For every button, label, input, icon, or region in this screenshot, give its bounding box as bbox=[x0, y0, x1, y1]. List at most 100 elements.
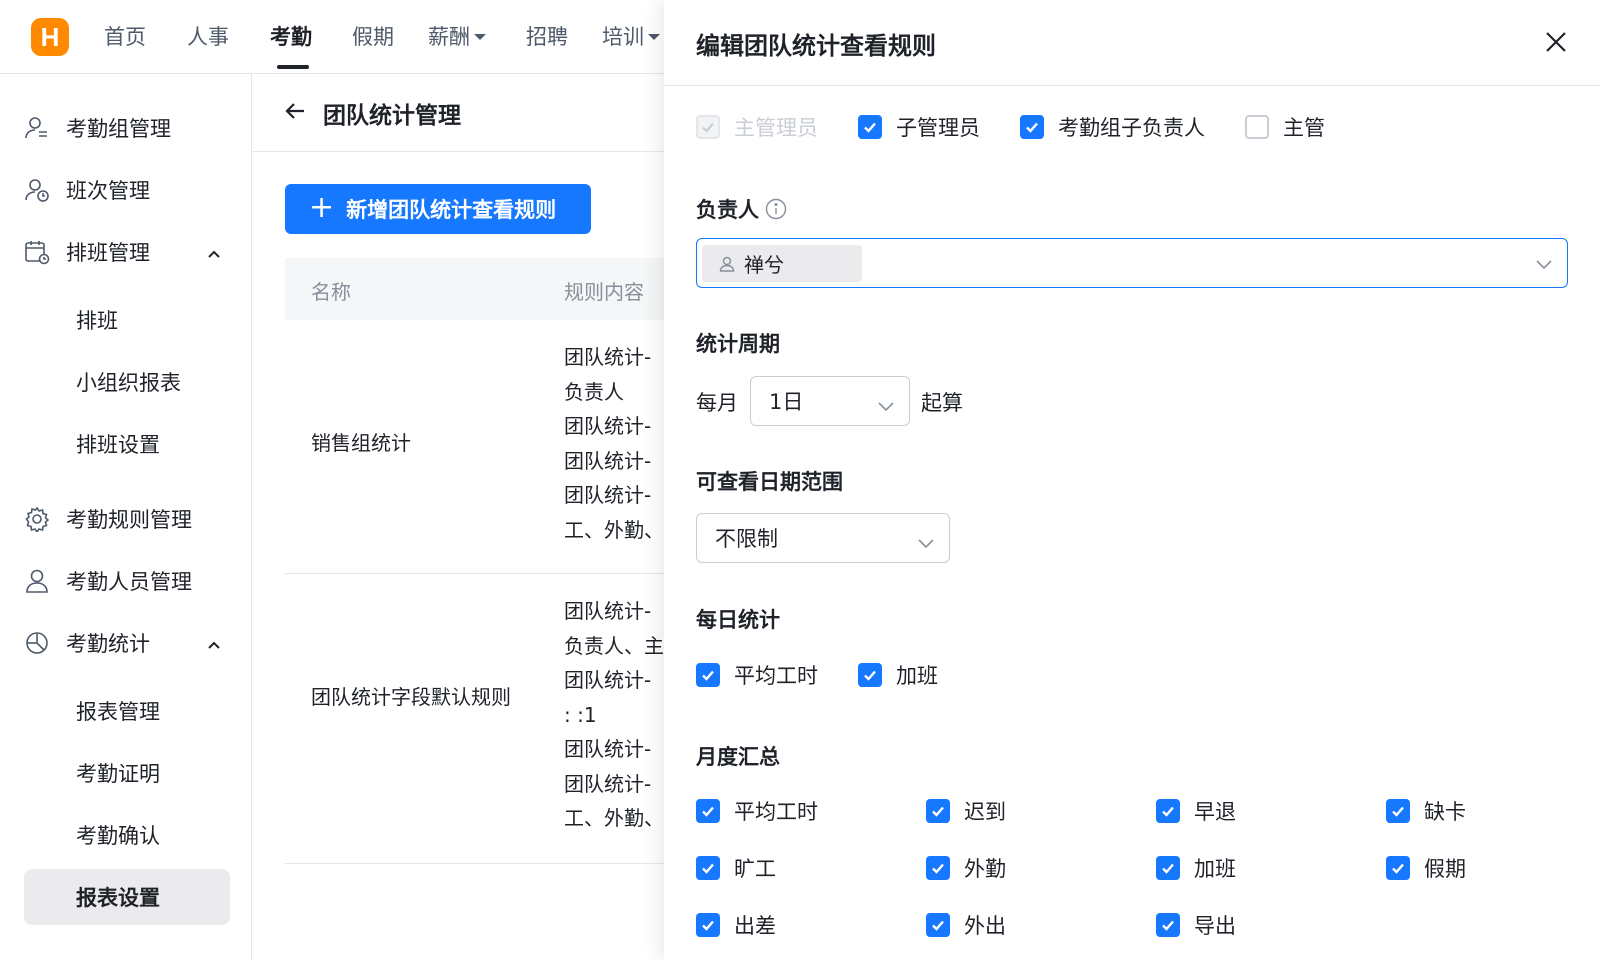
checkbox-label: 外出 bbox=[964, 914, 1006, 938]
edit-rule-drawer: 编辑团队统计查看规则 主管理员 子管理员 考勤组子负责人 主管 负责人 禅兮 统… bbox=[664, 0, 1600, 960]
checkbox-empty bbox=[1245, 115, 1269, 139]
owner-tag[interactable]: 禅兮 bbox=[702, 245, 862, 282]
range-value: 不限制 bbox=[715, 527, 778, 551]
checkbox-monthly-leave[interactable]: 假期 bbox=[1386, 853, 1466, 883]
nav-training-label: 培训 bbox=[602, 25, 644, 49]
sidebar-item-shift[interactable]: 班次管理 bbox=[24, 167, 236, 213]
sidebar-subitem-attendance-confirm[interactable]: 考勤确认 bbox=[24, 807, 230, 863]
back-arrow-icon[interactable] bbox=[283, 99, 307, 127]
sidebar-item-label: 考勤组管理 bbox=[66, 117, 171, 141]
add-rule-button-label: 新增团队统计查看规则 bbox=[346, 198, 557, 222]
checkbox-monthly-business-trip[interactable]: 出差 bbox=[696, 910, 776, 940]
period-label: 统计周期 bbox=[696, 332, 780, 356]
checkbox-label: 外勤 bbox=[964, 857, 1006, 881]
caret-down-icon bbox=[474, 33, 486, 40]
table-row[interactable]: 团队统计字段默认规则 团队统计- 负责人、主 团队统计- : :1 团队统计- … bbox=[285, 574, 665, 864]
owner-tag-label: 禅兮 bbox=[744, 253, 784, 277]
app-logo[interactable]: H bbox=[31, 18, 69, 56]
row-name: 销售组统计 bbox=[311, 431, 411, 455]
checkbox-monthly-missing-card[interactable]: 缺卡 bbox=[1386, 796, 1466, 826]
user-group-icon bbox=[24, 115, 50, 141]
sidebar-subitem-schedule-settings[interactable]: 排班设置 bbox=[24, 416, 230, 472]
sidebar-item-attendance-rules[interactable]: 考勤规则管理 bbox=[24, 496, 236, 542]
table-row[interactable]: 销售组统计 团队统计- 负责人 团队统计- 团队统计- 团队统计- 工、外勤、 bbox=[285, 320, 665, 574]
rule-line: 团队统计- bbox=[564, 448, 652, 473]
checkbox-label: 导出 bbox=[1194, 914, 1236, 938]
sidebar-item-label: 考勤规则管理 bbox=[66, 508, 192, 532]
check-icon bbox=[696, 913, 720, 937]
checkbox-label: 加班 bbox=[896, 664, 938, 688]
period-suffix: 起算 bbox=[921, 391, 963, 415]
nav-recruit[interactable]: 招聘 bbox=[526, 22, 568, 52]
checkbox-label: 子管理员 bbox=[896, 116, 980, 140]
chevron-down-icon bbox=[1535, 256, 1553, 275]
rule-line: 团队统计- bbox=[564, 771, 652, 796]
row-rule-content: 团队统计- 负责人、主 团队统计- : :1 团队统计- 团队统计- 工、外勤、 bbox=[564, 594, 665, 836]
sidebar-subitem-small-org-report[interactable]: 小组织报表 bbox=[24, 354, 230, 410]
page-header: 团队统计管理 bbox=[253, 74, 665, 152]
checkbox-monthly-avg-hours[interactable]: 平均工时 bbox=[696, 796, 818, 826]
role-checkbox-group: 主管理员 子管理员 考勤组子负责人 主管 bbox=[696, 112, 1325, 142]
nav-training[interactable]: 培训 bbox=[602, 22, 660, 52]
range-select[interactable]: 不限制 bbox=[696, 513, 950, 563]
check-icon bbox=[1386, 856, 1410, 880]
owner-select[interactable]: 禅兮 bbox=[696, 238, 1568, 288]
sidebar-subitem-report-settings[interactable]: 报表设置 bbox=[24, 869, 230, 925]
page-title: 团队统计管理 bbox=[323, 103, 461, 129]
check-icon bbox=[926, 913, 950, 937]
checkbox-group-sub-owner[interactable]: 考勤组子负责人 bbox=[1020, 112, 1205, 142]
checkbox-label: 平均工时 bbox=[734, 664, 818, 688]
checkbox-label: 加班 bbox=[1194, 857, 1236, 881]
chevron-up-icon[interactable] bbox=[206, 243, 222, 267]
checkbox-supervisor[interactable]: 主管 bbox=[1245, 112, 1325, 142]
checkbox-daily-overtime[interactable]: 加班 bbox=[858, 660, 938, 690]
sidebar-subitem-attendance-certificate[interactable]: 考勤证明 bbox=[24, 745, 230, 801]
top-nav: H 首页 人事 考勤 假期 薪酬 招聘 培训 bbox=[0, 0, 664, 74]
owner-label-text: 负责人 bbox=[696, 198, 759, 222]
nav-hr[interactable]: 人事 bbox=[187, 22, 229, 52]
sidebar-subitem-schedule[interactable]: 排班 bbox=[24, 292, 230, 348]
row-name: 团队统计字段默认规则 bbox=[311, 685, 511, 709]
checkbox-monthly-out[interactable]: 外出 bbox=[926, 910, 1006, 940]
check-icon bbox=[1156, 799, 1180, 823]
sidebar-item-label: 排班管理 bbox=[66, 241, 150, 265]
period-day-select[interactable]: 1日 bbox=[750, 376, 910, 426]
info-icon[interactable] bbox=[765, 198, 787, 220]
rule-line: 工、外勤、 bbox=[564, 806, 664, 830]
sidebar-item-attendance-staff[interactable]: 考勤人员管理 bbox=[24, 558, 236, 604]
rule-line: 工、外勤、 bbox=[564, 517, 664, 542]
rule-line: 团队统计- bbox=[564, 668, 652, 692]
checkbox-daily-avg-hours[interactable]: 平均工时 bbox=[696, 660, 818, 690]
nav-salary[interactable]: 薪酬 bbox=[428, 22, 486, 52]
checkbox-label: 旷工 bbox=[734, 857, 776, 881]
sidebar: 考勤组管理 班次管理 排班管理 排班 小组织报表 排班设置 考勤规则管理 考勤人… bbox=[0, 74, 252, 960]
app-root: H 首页 人事 考勤 假期 薪酬 招聘 培训 考勤组管理 班次管理 排班管理 排… bbox=[0, 0, 1600, 960]
plus-icon: + bbox=[309, 189, 335, 225]
checkbox-monthly-field-work[interactable]: 外勤 bbox=[926, 853, 1006, 883]
sidebar-item-scheduling[interactable]: 排班管理 bbox=[24, 229, 236, 275]
nav-leave[interactable]: 假期 bbox=[352, 22, 394, 52]
nav-home[interactable]: 首页 bbox=[104, 22, 146, 52]
sidebar-item-attendance-group[interactable]: 考勤组管理 bbox=[24, 105, 236, 151]
checkbox-main-admin[interactable]: 主管理员 bbox=[696, 112, 818, 142]
sidebar-item-label: 考勤统计 bbox=[66, 632, 150, 656]
checkbox-label: 主管 bbox=[1283, 116, 1325, 140]
checkbox-monthly-overtime[interactable]: 加班 bbox=[1156, 853, 1236, 883]
checkbox-monthly-export[interactable]: 导出 bbox=[1156, 910, 1236, 940]
checkbox-monthly-early-leave[interactable]: 早退 bbox=[1156, 796, 1236, 826]
add-rule-button[interactable]: + 新增团队统计查看规则 bbox=[285, 184, 591, 234]
checkbox-label: 早退 bbox=[1194, 800, 1236, 824]
gear-icon bbox=[24, 506, 50, 532]
nav-attendance[interactable]: 考勤 bbox=[270, 22, 312, 52]
daily-checkbox-group: 平均工时 加班 bbox=[696, 660, 938, 690]
close-icon[interactable] bbox=[1542, 28, 1570, 56]
checkbox-monthly-absent[interactable]: 旷工 bbox=[696, 853, 776, 883]
checkbox-monthly-late[interactable]: 迟到 bbox=[926, 796, 1006, 826]
check-icon bbox=[1020, 115, 1044, 139]
caret-down-icon bbox=[648, 33, 660, 40]
chevron-up-icon[interactable] bbox=[206, 634, 222, 658]
sidebar-subitem-report-management[interactable]: 报表管理 bbox=[24, 683, 230, 739]
checkbox-sub-admin[interactable]: 子管理员 bbox=[858, 112, 980, 142]
sidebar-item-attendance-stats[interactable]: 考勤统计 bbox=[24, 620, 236, 666]
sidebar-item-label: 班次管理 bbox=[66, 179, 150, 203]
